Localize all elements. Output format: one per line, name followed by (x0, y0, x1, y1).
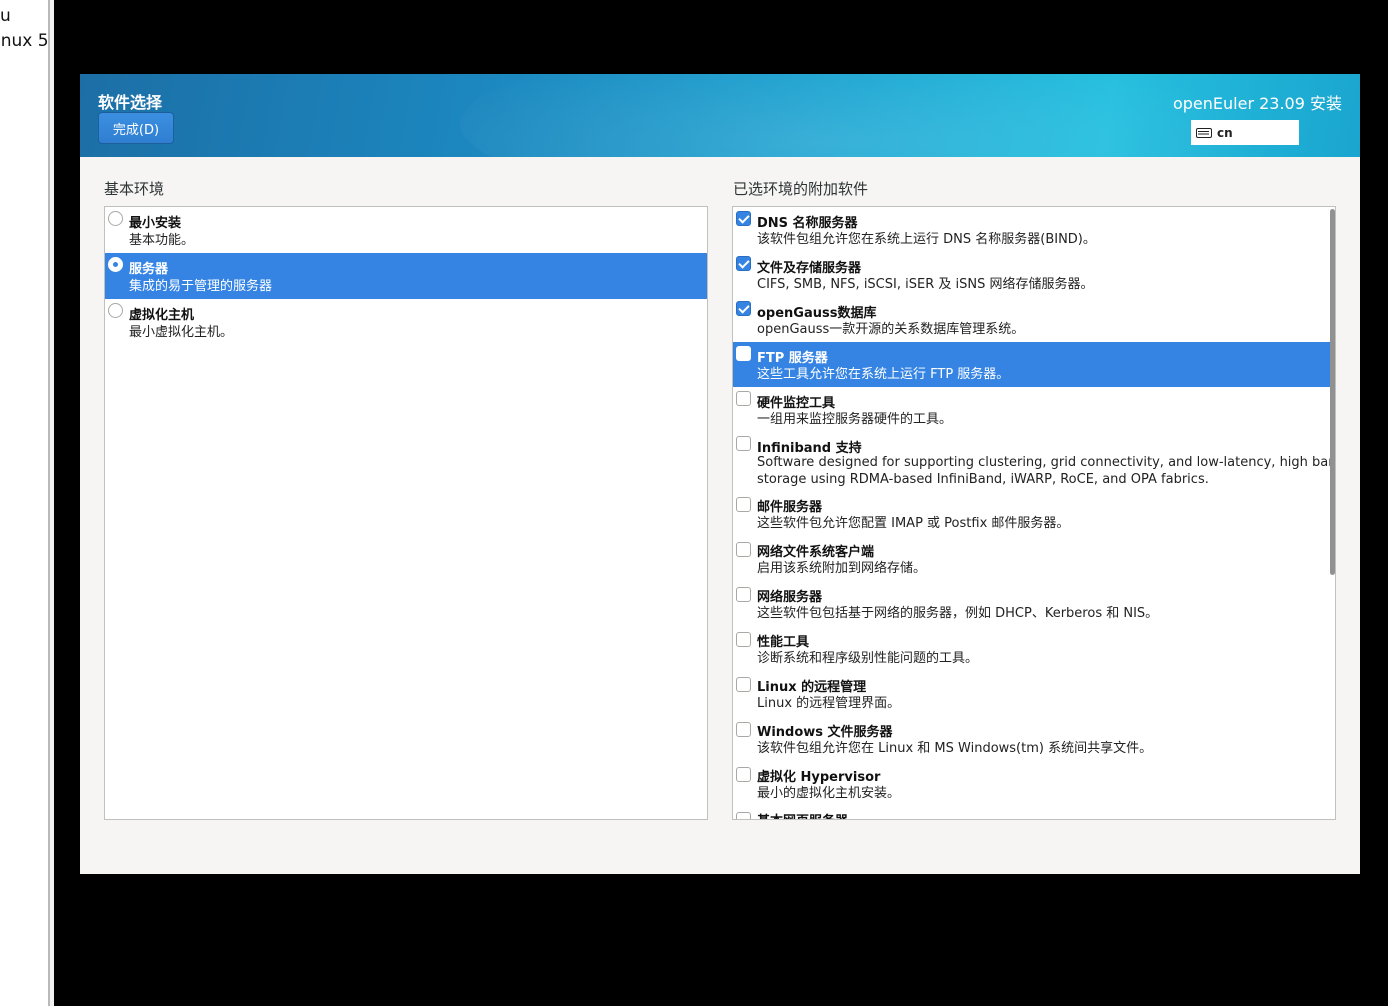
radio-button[interactable] (108, 303, 123, 318)
item-description: 该软件包组允许您在系统上运行 DNS 名称服务器(BIND)。 (757, 232, 1096, 247)
addon-item-mail-server[interactable]: 邮件服务器 这些软件包允许您配置 IMAP 或 Postfix 邮件服务器。 (733, 493, 1335, 538)
addon-item-linux-remote-management[interactable]: Linux 的远程管理 Linux 的远程管理界面。 (733, 673, 1335, 718)
addon-item-dns-server[interactable]: DNS 名称服务器 该软件包组允许您在系统上运行 DNS 名称服务器(BIND)… (733, 207, 1335, 252)
item-description: 基本功能。 (129, 233, 195, 248)
radio-button[interactable] (108, 211, 123, 226)
item-title: 虚拟化主机 (129, 308, 195, 323)
addon-item-basic-web-server[interactable]: 基本网页服务器 (733, 808, 1335, 819)
addons-scrollbar[interactable] (1330, 209, 1335, 575)
item-title: 硬件监控工具 (757, 396, 836, 411)
addon-item-infiniband[interactable]: Infiniband 支持 Software designed for supp… (733, 432, 1335, 493)
item-description: 诊断系统和程序级别性能问题的工具。 (757, 651, 979, 666)
item-description: 最小虚拟化主机。 (129, 325, 234, 340)
item-title: 网络文件系统客户端 (757, 545, 875, 560)
addons-list: DNS 名称服务器 该软件包组允许您在系统上运行 DNS 名称服务器(BIND)… (732, 206, 1336, 820)
item-title: Linux 的远程管理 (757, 680, 867, 695)
item-description: 一组用来监控服务器硬件的工具。 (757, 412, 953, 427)
installer-window: 软件选择 完成(D) openEuler 23.09 安装 cn 基本环境 已选… (80, 74, 1360, 874)
item-description: 最小的虚拟化主机安装。 (757, 786, 901, 801)
checkbox[interactable] (736, 391, 751, 406)
item-description: 这些软件包允许您配置 IMAP 或 Postfix 邮件服务器。 (757, 516, 1070, 531)
checkbox[interactable] (736, 211, 751, 226)
host-divider (50, 0, 54, 1006)
checkbox[interactable] (736, 436, 751, 451)
checkbox[interactable] (736, 346, 751, 361)
checkbox[interactable] (736, 722, 751, 737)
item-title: 最小安装 (129, 216, 182, 231)
radio-button[interactable] (108, 257, 123, 272)
checkbox[interactable] (736, 497, 751, 512)
item-title: 性能工具 (757, 635, 810, 650)
item-title: 文件及存储服务器 (757, 261, 862, 276)
addon-item-virtualization-hypervisor[interactable]: 虚拟化 Hypervisor 最小的虚拟化主机安装。 (733, 763, 1335, 808)
checkbox[interactable] (736, 542, 751, 557)
addons-label: 已选环境的附加软件 (733, 180, 869, 198)
item-title: Windows 文件服务器 (757, 725, 893, 740)
done-button[interactable]: 完成(D) (98, 112, 174, 144)
item-description-line-2: storage using RDMA-based InfiniBand, iWA… (757, 472, 1209, 487)
checkbox[interactable] (736, 812, 751, 819)
item-title: 邮件服务器 (757, 500, 823, 515)
addon-item-nfs-client[interactable]: 网络文件系统客户端 启用该系统附加到网络存储。 (733, 538, 1335, 583)
header-bar: 软件选择 完成(D) openEuler 23.09 安装 cn (80, 74, 1360, 157)
base-env-item-minimal[interactable]: 最小安装 基本功能。 (105, 207, 707, 253)
keyboard-layout-indicator[interactable]: cn (1191, 120, 1299, 145)
addon-item-network-servers[interactable]: 网络服务器 这些软件包包括基于网络的服务器，例如 DHCP、Kerberos 和… (733, 583, 1335, 628)
addon-item-hardware-monitoring[interactable]: 硬件监控工具 一组用来监控服务器硬件的工具。 (733, 387, 1335, 432)
item-description: CIFS, SMB, NFS, iSCSI, iSER 及 iSNS 网络存储服… (757, 277, 1094, 292)
addon-item-ftp-server[interactable]: FTP 服务器 这些工具允许您在系统上运行 FTP 服务器。 (733, 342, 1335, 387)
item-description: 该软件包组允许您在 Linux 和 MS Windows(tm) 系统间共享文件… (757, 741, 1153, 756)
item-title: 服务器 (129, 262, 169, 277)
addon-item-opengauss-database[interactable]: openGauss数据库 openGauss一款开源的关系数据库管理系统。 (733, 297, 1335, 342)
checkbox[interactable] (736, 587, 751, 602)
item-title: 虚拟化 Hypervisor (757, 770, 881, 785)
addon-item-windows-file-server[interactable]: Windows 文件服务器 该软件包组允许您在 Linux 和 MS Windo… (733, 718, 1335, 763)
item-title: 基本网页服务器 (757, 810, 848, 819)
keyboard-icon (1196, 127, 1212, 138)
base-env-item-virtualization-host[interactable]: 虚拟化主机 最小虚拟化主机。 (105, 299, 707, 345)
keyboard-layout-label: cn (1217, 125, 1233, 140)
item-title: openGauss数据库 (757, 306, 877, 321)
item-description: 启用该系统附加到网络存储。 (757, 561, 927, 576)
item-description: openGauss一款开源的关系数据库管理系统。 (757, 322, 1025, 337)
item-description: Software designed for supporting cluster… (757, 455, 1336, 470)
item-title: FTP 服务器 (757, 351, 828, 366)
item-description: 这些软件包包括基于网络的服务器，例如 DHCP、Kerberos 和 NIS。 (757, 606, 1159, 621)
item-title: DNS 名称服务器 (757, 216, 858, 231)
checkbox[interactable] (736, 301, 751, 316)
checkbox[interactable] (736, 256, 751, 271)
product-title: openEuler 23.09 安装 (1172, 94, 1342, 113)
addon-item-file-storage-server[interactable]: 文件及存储服务器 CIFS, SMB, NFS, iSCSI, iSER 及 i… (733, 252, 1335, 297)
base-env-item-server[interactable]: 服务器 集成的易于管理的服务器 (105, 253, 707, 299)
host-text-line-2: inux 5 (0, 31, 49, 51)
item-description: Linux 的远程管理界面。 (757, 696, 901, 711)
base-environment-label: 基本环境 (104, 180, 165, 198)
host-window-strip: u inux 5 (0, 0, 50, 1006)
addon-item-performance-tools[interactable]: 性能工具 诊断系统和程序级别性能问题的工具。 (733, 628, 1335, 673)
item-description: 这些工具允许您在系统上运行 FTP 服务器。 (757, 367, 1010, 382)
item-title: 网络服务器 (757, 590, 823, 605)
host-text-line-1: u (0, 6, 11, 26)
item-description: 集成的易于管理的服务器 (129, 279, 273, 294)
checkbox[interactable] (736, 632, 751, 647)
checkbox[interactable] (736, 767, 751, 782)
checkbox[interactable] (736, 677, 751, 692)
page-title: 软件选择 (98, 93, 163, 112)
base-environment-list: 最小安装 基本功能。 服务器 集成的易于管理的服务器 虚拟化主机 最小虚拟化主机… (104, 206, 708, 820)
